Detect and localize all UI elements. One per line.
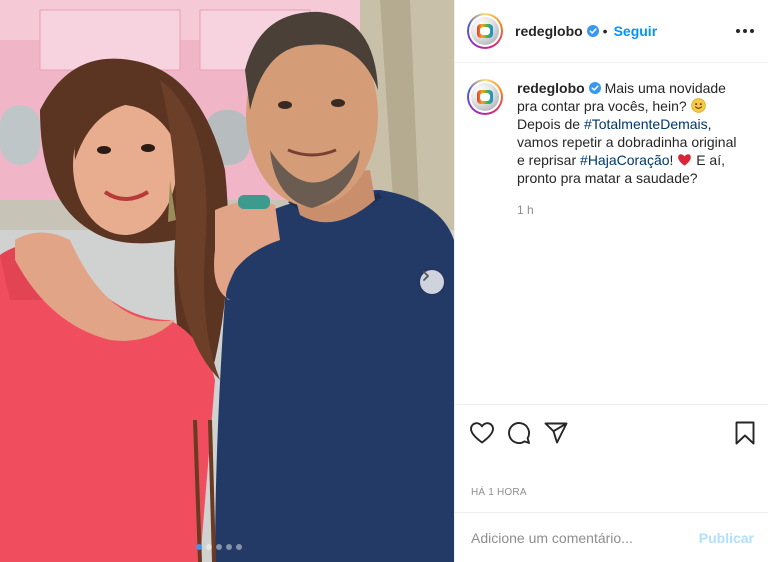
carousel-dot — [196, 544, 202, 550]
hashtag-link[interactable]: #HajaCoração — [580, 152, 670, 168]
publish-button[interactable]: Publicar — [699, 530, 754, 546]
caption-part: Depois de — [517, 116, 581, 132]
globo-logo-icon — [471, 17, 499, 45]
bookmark-icon — [735, 421, 755, 445]
comment-bar: Publicar — [455, 512, 768, 562]
like-button[interactable] — [469, 420, 495, 446]
caption-timestamp[interactable]: 1 h — [517, 201, 747, 219]
comment-input[interactable] — [471, 529, 699, 546]
carousel-indicator — [196, 544, 242, 550]
comment-icon — [508, 422, 530, 444]
post-photo[interactable] — [0, 0, 454, 562]
red-heart-emoji-icon — [678, 154, 692, 166]
share-button[interactable] — [543, 420, 569, 446]
hashtag-link[interactable]: #TotalmenteDemais — [584, 116, 708, 132]
caption-username[interactable]: redeglobo — [517, 80, 585, 96]
follow-button[interactable]: Seguir — [614, 23, 658, 39]
username-link[interactable]: redeglobo — [515, 23, 583, 39]
carousel-dot — [206, 544, 212, 550]
separator-dot: • — [602, 23, 608, 39]
comment-button[interactable] — [506, 420, 532, 446]
action-bar — [455, 405, 768, 451]
verified-badge-icon — [588, 82, 601, 94]
photo-illustration — [0, 0, 454, 562]
share-icon — [544, 422, 568, 444]
caption-part: ! — [669, 152, 674, 168]
globo-logo-icon — [471, 83, 499, 111]
save-button[interactable] — [732, 420, 758, 446]
carousel-dot — [216, 544, 222, 550]
carousel-dot — [226, 544, 232, 550]
caption-text: redeglobo Mais uma novidade pra contar p… — [517, 79, 747, 404]
heart-icon — [470, 422, 494, 444]
verified-badge-icon — [586, 25, 599, 37]
carousel-next-button[interactable] — [420, 270, 444, 294]
more-options-icon[interactable] — [736, 23, 754, 39]
post-side-panel: redeglobo • Seguir redeglobo Mais uma no… — [454, 0, 768, 562]
avatar[interactable] — [467, 13, 503, 49]
chevron-right-icon — [423, 271, 429, 281]
carousel-dot — [236, 544, 242, 550]
caption-avatar[interactable] — [467, 79, 503, 115]
caption-section: redeglobo Mais uma novidade pra contar p… — [455, 63, 768, 405]
smile-emoji-icon — [690, 98, 706, 113]
post-timestamp[interactable]: HÁ 1 HORA — [455, 487, 768, 501]
post-header: redeglobo • Seguir — [455, 0, 768, 63]
